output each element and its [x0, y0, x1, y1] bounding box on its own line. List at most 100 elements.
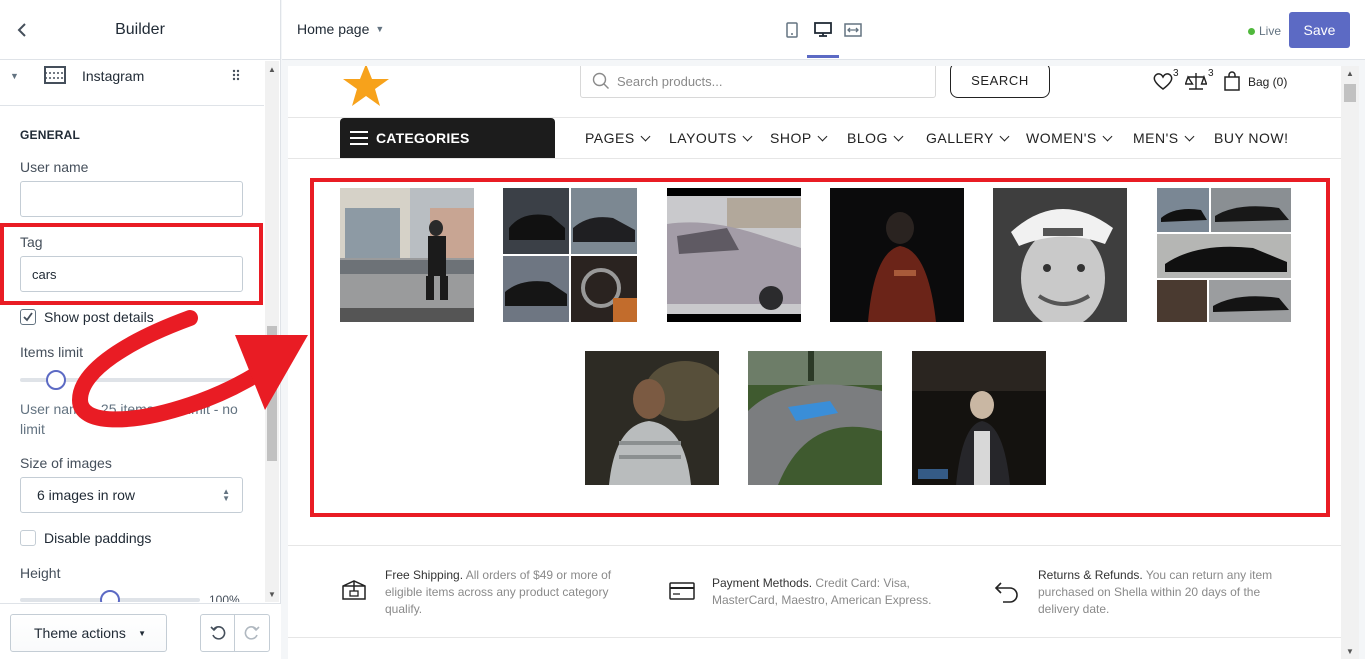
- nav-label: WOMEN'S: [1026, 130, 1097, 146]
- collapse-caret-icon[interactable]: ▼: [10, 71, 19, 81]
- sidebar-footer: Theme actions ▼: [0, 603, 281, 659]
- scrollbar-thumb[interactable]: [1344, 84, 1356, 102]
- nav-divider: [288, 158, 1341, 159]
- feature-payment-methods: Payment Methods. Credit Card: Visa, Mast…: [712, 575, 952, 609]
- compare-scale-icon[interactable]: [1185, 70, 1207, 92]
- preview-scrollbar[interactable]: ▲ ▼: [1341, 66, 1359, 659]
- height-value: 100%: [209, 593, 240, 602]
- nav-label: GALLERY: [926, 130, 994, 146]
- mobile-view-icon[interactable]: [782, 20, 802, 40]
- show-post-details-checkbox[interactable]: [20, 309, 36, 325]
- theme-editor: Builder ▼ Instagram GENERAL User name Ta…: [0, 0, 1365, 659]
- nav-label: BUY NOW!: [1214, 130, 1289, 146]
- compare-count: 3: [1208, 68, 1214, 79]
- store-preview: Search products... SEARCH 3 3 Bag (0) CA…: [288, 66, 1341, 659]
- scroll-down-icon[interactable]: ▼: [1346, 647, 1354, 656]
- undo-icon: [209, 626, 225, 640]
- nav-buy-now[interactable]: BUY NOW!: [1214, 130, 1289, 146]
- block-label: Instagram: [82, 68, 145, 84]
- items-limit-label: Items limit: [20, 344, 83, 360]
- size-of-images-label: Size of images: [20, 455, 112, 471]
- instagram-photo[interactable]: [748, 351, 882, 485]
- instagram-photo[interactable]: [667, 188, 801, 322]
- chevron-down-icon: [999, 131, 1010, 142]
- instagram-photo[interactable]: [340, 188, 474, 322]
- search-placeholder: Search products...: [617, 74, 723, 89]
- height-label: Height: [20, 565, 61, 581]
- shopping-bag-icon[interactable]: [1221, 70, 1243, 92]
- categories-label: CATEGORIES: [376, 130, 470, 146]
- height-slider-handle[interactable]: [100, 590, 120, 602]
- nav-layouts[interactable]: LAYOUTS: [669, 130, 753, 146]
- builder-sidebar: Builder ▼ Instagram GENERAL User name Ta…: [0, 0, 281, 659]
- scroll-down-icon[interactable]: ▼: [268, 590, 276, 599]
- bag-label[interactable]: Bag (0): [1248, 75, 1287, 89]
- nav-pages[interactable]: PAGES: [585, 130, 651, 146]
- search-icon: [592, 72, 609, 89]
- sidebar-scrollbar[interactable]: ▲ ▼: [265, 61, 279, 602]
- scrollbar-thumb[interactable]: [267, 326, 277, 461]
- categories-button[interactable]: CATEGORIES: [340, 118, 555, 158]
- desktop-view-icon[interactable]: [813, 20, 833, 40]
- back-arrow-icon[interactable]: [10, 18, 34, 42]
- box-icon: [342, 580, 366, 600]
- feature-title: Returns & Refunds.: [1038, 568, 1143, 582]
- wishlist-count: 3: [1173, 68, 1179, 79]
- instagram-photo[interactable]: [1157, 188, 1291, 322]
- footer-divider: [288, 637, 1341, 638]
- redo-icon: [244, 626, 260, 640]
- size-of-images-value: 6 images in row: [37, 487, 136, 503]
- disable-paddings-checkbox[interactable]: [20, 530, 36, 546]
- scroll-up-icon[interactable]: ▲: [268, 65, 276, 74]
- drag-handle-icon[interactable]: [232, 69, 240, 81]
- features-divider: [288, 545, 1341, 546]
- chevron-down-icon: [742, 131, 753, 142]
- page-selector[interactable]: Home page ▼: [297, 21, 384, 37]
- store-logo-star-icon[interactable]: [340, 66, 392, 108]
- instagram-photo[interactable]: [993, 188, 1127, 322]
- nav-label: SHOP: [770, 130, 812, 146]
- block-layout-icon: [44, 66, 66, 84]
- search-button[interactable]: SEARCH: [950, 66, 1050, 98]
- nav-shop[interactable]: SHOP: [770, 130, 828, 146]
- nav-label: LAYOUTS: [669, 130, 737, 146]
- chevron-down-icon: ▼: [375, 24, 385, 34]
- items-limit-slider-handle[interactable]: [46, 370, 66, 390]
- feature-free-shipping: Free Shipping. All orders of $49 or more…: [385, 567, 635, 618]
- redo-button[interactable]: [235, 615, 269, 651]
- chevron-down-icon: [817, 131, 828, 142]
- instagram-photo[interactable]: [503, 188, 637, 322]
- nav-blog[interactable]: BLOG: [847, 130, 904, 146]
- scroll-up-icon[interactable]: ▲: [1346, 69, 1354, 78]
- checkmark-icon: [23, 312, 33, 322]
- theme-actions-label: Theme actions: [34, 625, 126, 641]
- live-status: Live: [1248, 24, 1281, 38]
- instagram-photo[interactable]: [912, 351, 1046, 485]
- items-limit-help: User name - 25 items, tag limit - no lim…: [20, 401, 238, 437]
- menu-burger-icon: [350, 131, 368, 149]
- save-button[interactable]: Save: [1289, 12, 1350, 48]
- full-width-view-icon[interactable]: [843, 20, 863, 40]
- chevron-down-icon: [1102, 131, 1113, 142]
- size-of-images-select[interactable]: 6 images in row ▲ ▼: [20, 477, 243, 513]
- nav-womens[interactable]: WOMEN'S: [1026, 130, 1113, 146]
- instagram-block-row[interactable]: ▼ Instagram: [0, 61, 264, 106]
- sidebar-header: Builder: [0, 0, 280, 60]
- username-field[interactable]: [20, 181, 243, 217]
- nav-mens[interactable]: MEN'S: [1133, 130, 1195, 146]
- store-search-input[interactable]: Search products...: [580, 66, 936, 98]
- tag-field[interactable]: cars: [20, 256, 243, 292]
- select-arrows-icon: ▲ ▼: [222, 487, 230, 503]
- nav-label: PAGES: [585, 130, 635, 146]
- wishlist-heart-icon[interactable]: [1152, 70, 1174, 92]
- chevron-down-icon: [1184, 131, 1195, 142]
- theme-actions-button[interactable]: Theme actions ▼: [10, 614, 167, 652]
- undo-button[interactable]: [201, 615, 236, 651]
- sidebar-settings: ▼ Instagram GENERAL User name Tag cars S…: [0, 61, 264, 602]
- instagram-photo[interactable]: [585, 351, 719, 485]
- show-post-details-label: Show post details: [44, 309, 154, 325]
- instagram-photo[interactable]: [830, 188, 964, 322]
- sidebar-title: Builder: [115, 20, 165, 38]
- nav-gallery[interactable]: GALLERY: [926, 130, 1010, 146]
- dropdown-caret-icon: ▼: [138, 629, 146, 638]
